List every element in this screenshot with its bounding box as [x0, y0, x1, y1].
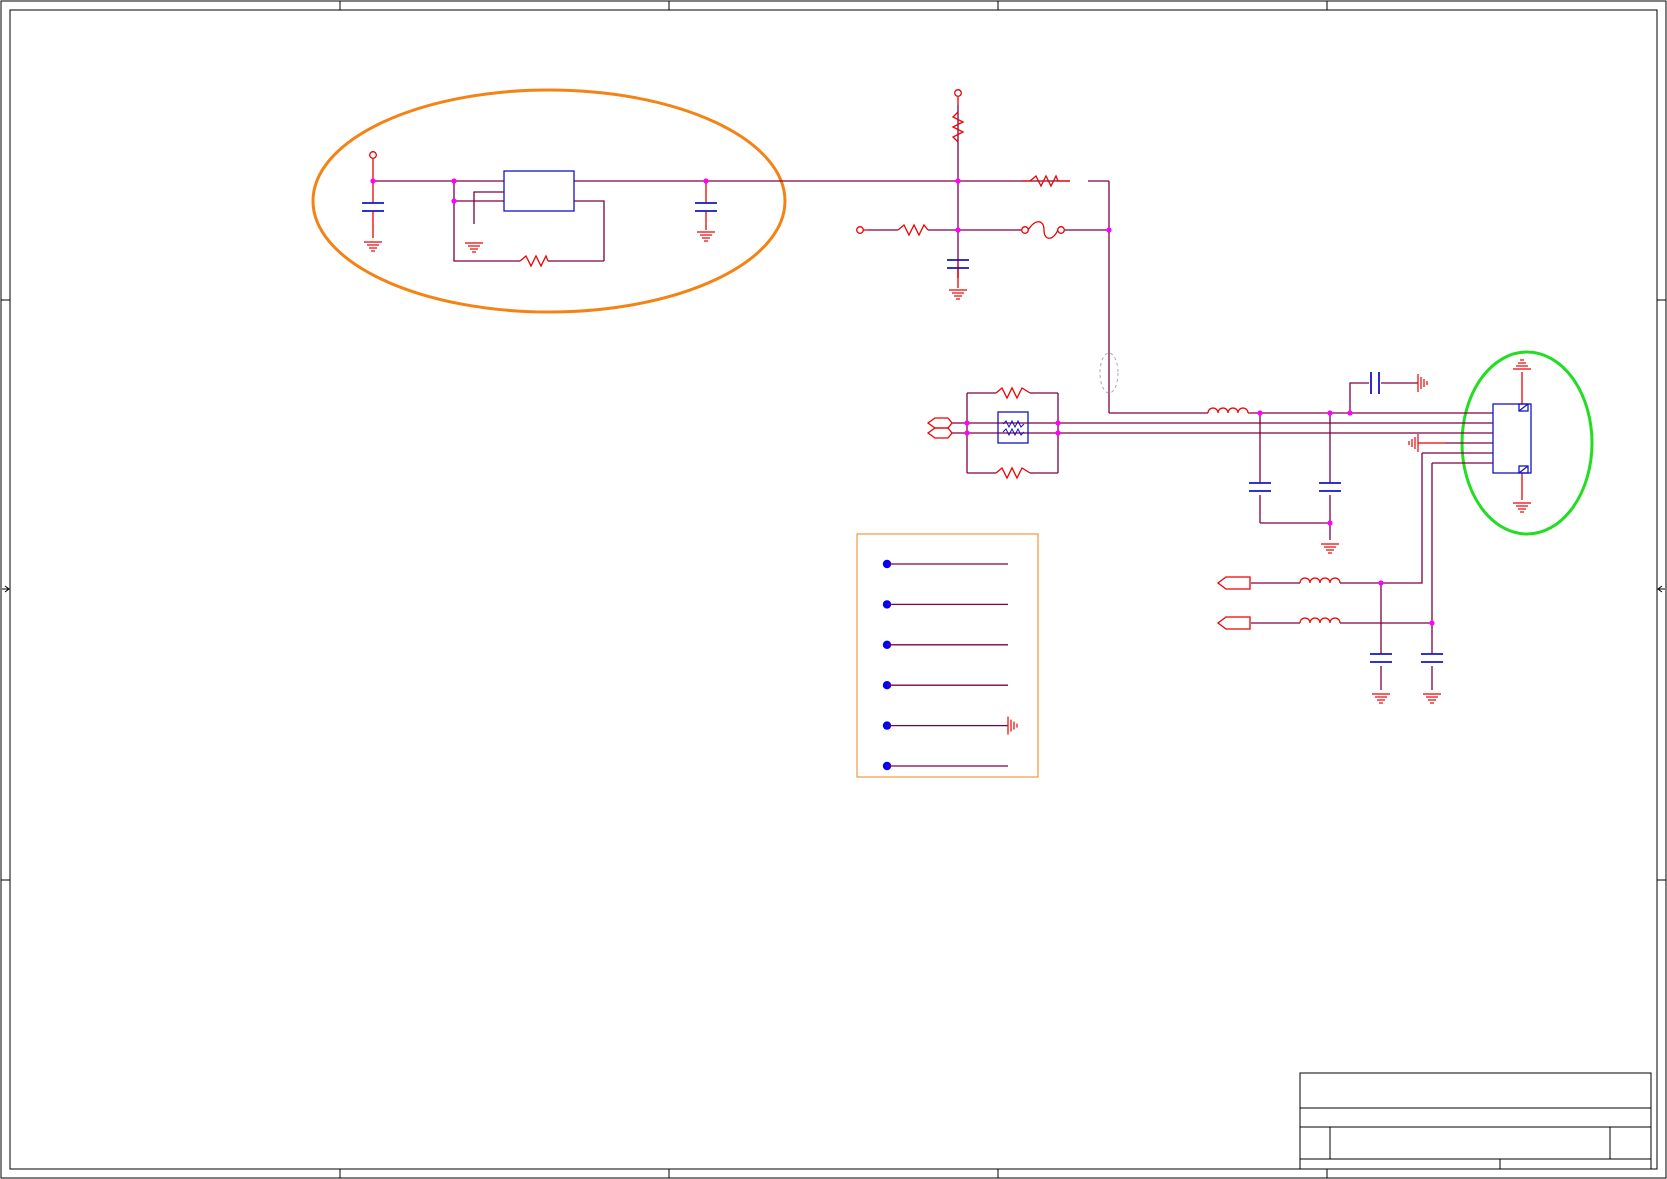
junction-dot [1429, 620, 1435, 626]
legend-row [882, 716, 1018, 735]
legend-row [882, 761, 1008, 771]
junction-dot [703, 178, 709, 184]
ground-icon [1007, 716, 1018, 735]
ground-icon [697, 231, 715, 242]
net-wires [373, 105, 1493, 690]
ground-icon [1321, 543, 1339, 554]
ground-icon [1513, 502, 1531, 513]
junction-dot [1327, 520, 1333, 526]
legend-row [882, 600, 1008, 609]
ground-icon [1408, 434, 1419, 452]
regulator-highlight [311, 88, 787, 314]
ground-symbols [364, 231, 1531, 704]
schematic-sheet [0, 0, 1667, 1179]
junction-dot [964, 430, 970, 436]
ground-icon [949, 289, 967, 300]
junction-dot [964, 420, 970, 426]
legend-row [882, 681, 1008, 690]
ground-icon [1513, 359, 1531, 370]
junction-dot [1055, 430, 1061, 436]
usb-connector [1492, 403, 1532, 474]
junction-dot [1106, 227, 1112, 233]
ground-icon [364, 241, 382, 252]
common-mode-choke [997, 411, 1029, 444]
junction-dot [1055, 420, 1061, 426]
legend-box [856, 533, 1039, 778]
regulator-ic [503, 170, 575, 212]
junction-dot [955, 227, 961, 233]
ground-icon [1372, 693, 1390, 704]
ic-bodies [503, 170, 1532, 474]
title-block [1299, 1072, 1652, 1170]
junction-dot [370, 178, 376, 184]
junction-dot [451, 178, 457, 184]
legend-row [882, 559, 1008, 569]
junction-dot [1378, 580, 1384, 586]
ground-icon [465, 242, 483, 253]
legend-row [882, 640, 1008, 649]
ground-icon [1417, 374, 1428, 392]
ground-icon [1423, 693, 1441, 704]
junction-dot [451, 198, 457, 204]
junction-dot [1257, 410, 1263, 416]
junction-dot [955, 178, 961, 184]
junction-dot [1347, 410, 1353, 416]
schematic-canvas [0, 0, 1667, 1179]
net-junctions [370, 178, 1435, 626]
sheet-frame [0, 0, 1667, 1179]
junction-dot [1327, 410, 1333, 416]
